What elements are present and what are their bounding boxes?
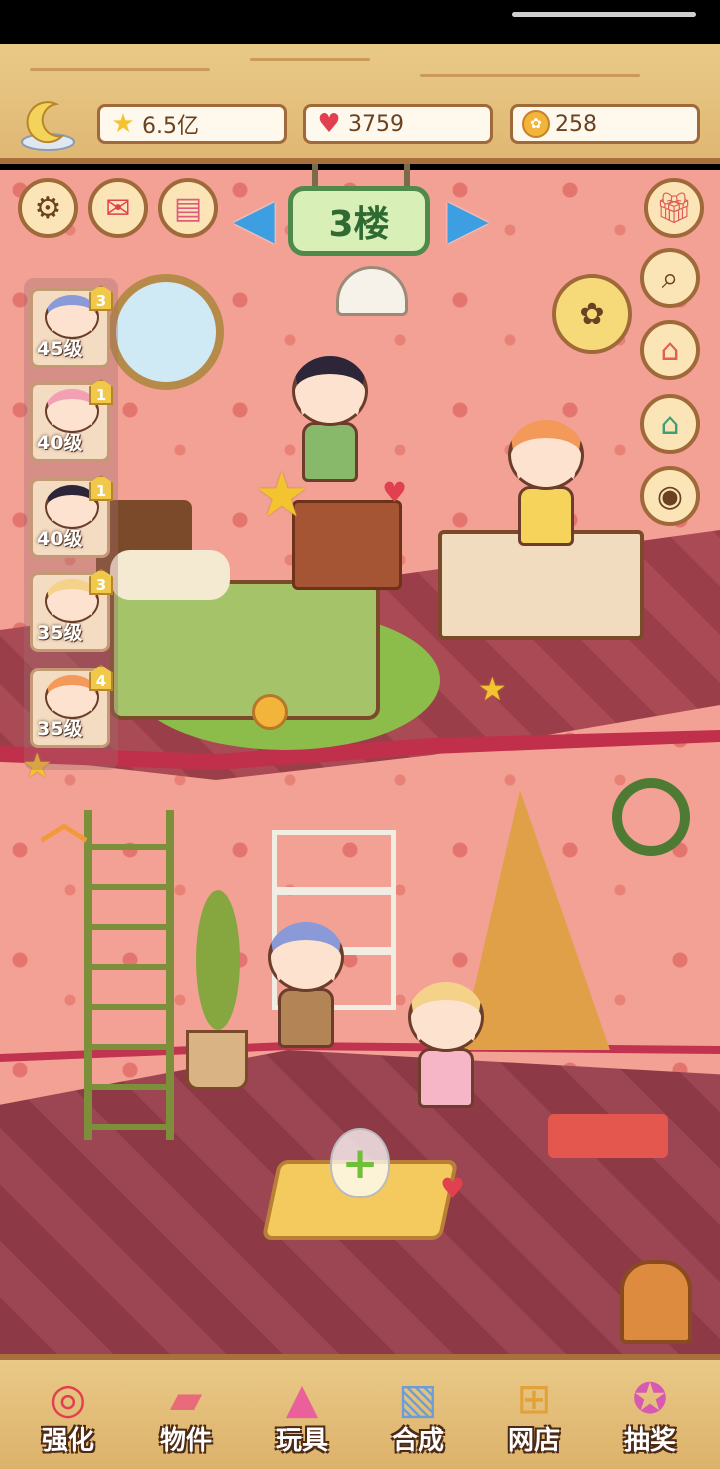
character-orange-hair-girl[interactable] [508, 420, 584, 546]
star-collectible-icon[interactable]: ★ [478, 670, 507, 708]
nav-shop-button[interactable]: ⊞ 网店 [484, 1370, 584, 1466]
merge-cards-icon: ▧ [398, 1373, 438, 1423]
wall-wreath[interactable] [612, 778, 690, 856]
nav-label: 物件 [159, 1426, 212, 1456]
piano-icon: ▰ [169, 1373, 203, 1423]
vine-trellis[interactable] [84, 810, 174, 1140]
nav-label: 抽奖 [623, 1426, 676, 1456]
roster-card[interactable]: 3 45级 [30, 285, 113, 368]
character-blue-hair-girl[interactable] [268, 922, 344, 1048]
roster-card[interactable]: 4 35级 [30, 665, 113, 748]
nav-label: 网店 [507, 1426, 560, 1456]
heart-currency-value: 3759 [348, 111, 404, 137]
house-swap-icon[interactable]: ⌂ [640, 394, 700, 454]
character-blonde-dog-girl[interactable] [408, 982, 484, 1108]
roster-card[interactable]: 3 35级 [30, 569, 113, 652]
coin-pile-icon[interactable] [252, 694, 288, 730]
nav-label: 合成 [391, 1426, 444, 1456]
star-collectible-icon[interactable]: ★ [254, 458, 310, 531]
roster-card[interactable]: 1 40级 [30, 475, 113, 558]
snake-plant-leaves [196, 890, 240, 1030]
prev-floor-arrow-icon[interactable]: ◀ [226, 186, 282, 250]
eye-icon[interactable]: ◉ [640, 466, 700, 526]
floor-up-chevron-icon[interactable]: ︿ [40, 782, 88, 852]
character-level: 35级 [37, 718, 83, 740]
exit-door-button[interactable] [620, 1260, 692, 1344]
character-level: 45级 [37, 338, 83, 360]
night-mode-moon-icon[interactable] [18, 98, 78, 152]
winged-heart-icon: ♥ [317, 109, 341, 139]
floor-sign: 3楼 [288, 186, 430, 256]
nav-label: 玩具 [275, 1426, 328, 1456]
mail-envelope-icon[interactable]: ✉ [88, 178, 148, 238]
hat-badge-icon[interactable]: ✿ [552, 274, 632, 354]
character-level: 40级 [37, 528, 83, 550]
nav-merge-button[interactable]: ▧ 合成 [368, 1370, 468, 1466]
character-level: 35级 [37, 622, 83, 644]
white-cabinet[interactable] [438, 530, 644, 640]
floor-label: 3楼 [328, 204, 390, 245]
coin-currency-box: ✿ 258 [510, 104, 700, 144]
nav-enhance-button[interactable]: ◎ 强化 [18, 1370, 118, 1466]
lollipop-icon: ◎ [49, 1373, 87, 1423]
shop-basket-icon: ⊞ [516, 1373, 552, 1423]
star-currency-value: 6.5亿 [142, 114, 199, 139]
bed-pillow [110, 550, 230, 600]
heart-currency-box: ♥ 3759 [303, 104, 493, 144]
green-bed[interactable] [110, 580, 380, 720]
nav-label: 强化 [41, 1426, 94, 1456]
potted-plant[interactable] [186, 1030, 248, 1090]
lottery-wheel-icon: ✪ [632, 1373, 668, 1423]
toy-blocks[interactable] [548, 1114, 668, 1158]
star-icon: ★ [111, 109, 135, 139]
star-currency-box: ★ 6.5亿 [97, 104, 287, 144]
character-level: 40级 [37, 432, 83, 454]
gift-box-icon[interactable]: 🎁︎ [644, 178, 704, 238]
heart-collectible-icon[interactable]: ♥ [440, 1172, 465, 1205]
magnifier-icon[interactable]: ⌕ [640, 248, 700, 308]
add-egg-button[interactable]: + [330, 1128, 390, 1198]
nav-items-button[interactable]: ▰ 物件 [136, 1370, 236, 1466]
system-status-bar [0, 0, 720, 44]
status-indicator-pill [512, 12, 696, 17]
toy-blocks-icon: ▲ [285, 1373, 319, 1423]
nav-toys-button[interactable]: ▲ 玩具 [252, 1370, 352, 1466]
oval-mirror[interactable] [108, 274, 224, 390]
heart-collectible-icon[interactable]: ♥ [382, 476, 407, 509]
roster-card[interactable]: 1 40级 [30, 379, 113, 462]
next-floor-arrow-icon[interactable]: ▶ [440, 186, 496, 250]
home-icon[interactable]: ⌂ [640, 320, 700, 380]
nav-lottery-button[interactable]: ✪ 抽奖 [600, 1370, 700, 1466]
paw-coin-icon: ✿ [521, 109, 551, 139]
settings-gear-icon[interactable]: ⚙ [18, 178, 78, 238]
book-icon[interactable]: ▤ [158, 178, 218, 238]
coin-currency-value: 258 [555, 111, 597, 137]
